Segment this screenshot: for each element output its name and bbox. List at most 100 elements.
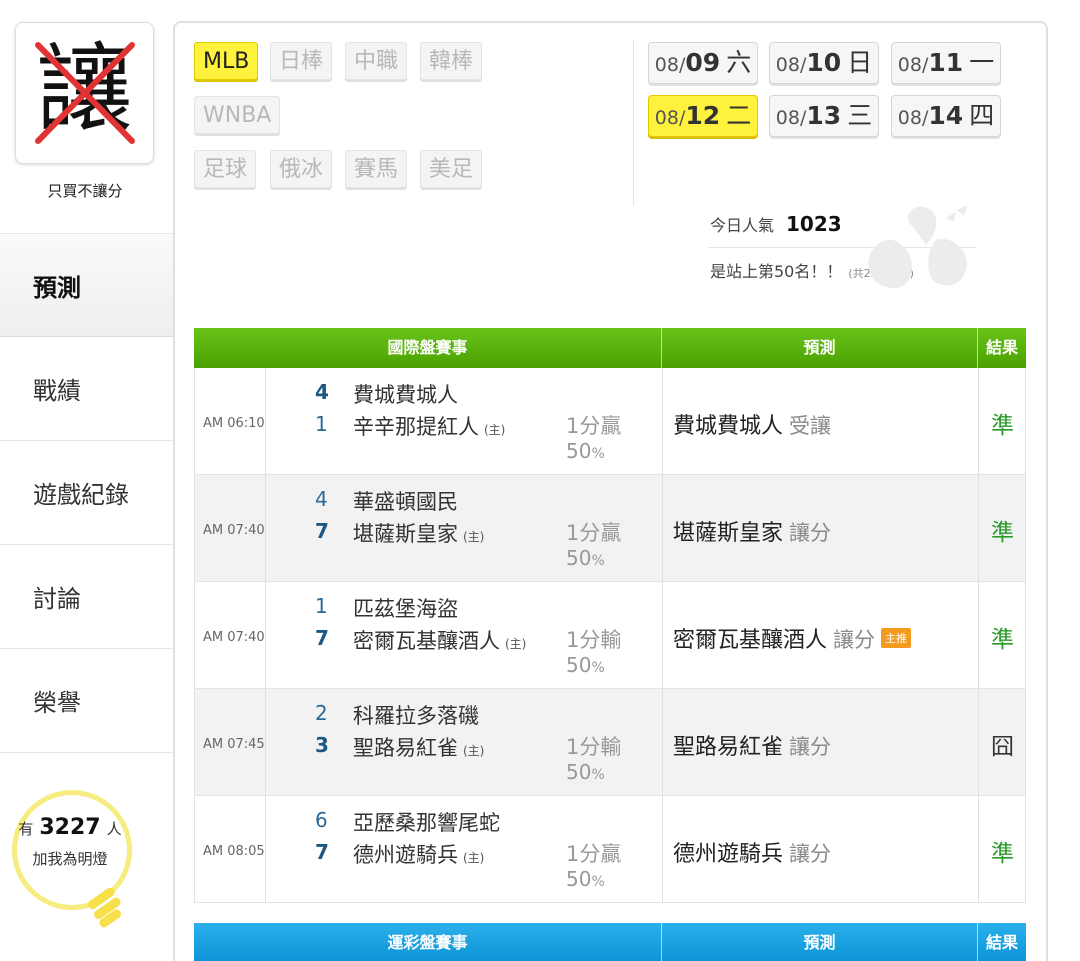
prediction-type: 讓分: [833, 628, 876, 652]
game-time: AM 07:40: [203, 630, 265, 645]
table-header-international: 國際盤賽事 預測 結果: [194, 328, 1026, 368]
column-header-prediction: 預測: [662, 328, 978, 368]
prediction-cell: 聖路易紅雀 讓分: [673, 729, 831, 761]
away-score: 4: [315, 380, 329, 404]
cell-divider: [978, 368, 979, 474]
away-score: 6: [315, 808, 328, 832]
spread-line: 1分輸: [566, 735, 622, 759]
away-score: 4: [315, 487, 328, 511]
table-row[interactable]: AM 07:40 4 華盛頓國民 7 堪薩斯皇家 (主) 1分贏 50% 堪薩斯皇家 讓分準: [194, 475, 1026, 582]
predicted-team[interactable]: 德州遊騎兵: [673, 842, 783, 867]
date-button-0813[interactable]: 08/13 三: [769, 95, 879, 137]
home-marker: (主): [505, 637, 527, 651]
column-header-prediction: 預測: [662, 923, 978, 961]
home-marker: (主): [463, 744, 485, 758]
mascot-watermark-icon: [868, 205, 968, 289]
cell-divider: [662, 796, 663, 902]
predicted-team[interactable]: 聖路易紅雀: [673, 735, 783, 760]
away-team[interactable]: 華盛頓國民: [353, 486, 458, 516]
predicted-team[interactable]: 費城費城人: [673, 414, 783, 439]
home-team-cell: 聖路易紅雀 (主): [353, 732, 484, 762]
home-team[interactable]: 密爾瓦基釀酒人: [353, 629, 500, 653]
spread-info: 1分贏 50%: [566, 842, 621, 895]
date-button-0811[interactable]: 08/11 一: [891, 42, 1001, 84]
spread-percent: 50%: [566, 653, 605, 677]
home-score: 3: [315, 733, 329, 757]
away-team[interactable]: 費城費城人: [353, 379, 458, 409]
away-team[interactable]: 科羅拉多落磯: [353, 700, 479, 730]
result-mark: 準: [991, 627, 1014, 653]
date-button-0812[interactable]: 08/12 二: [648, 95, 758, 137]
league-tag-soccer[interactable]: 足球: [194, 150, 257, 188]
league-tag-npb[interactable]: 日棒: [270, 42, 333, 80]
game-time: AM 06:10: [203, 416, 265, 431]
nav-item-honor[interactable]: 榮譽: [0, 649, 175, 753]
nav-item-game-log[interactable]: 遊戲紀錄: [0, 441, 175, 545]
prediction-type: 受讓: [789, 414, 832, 438]
home-team-cell: 德州遊騎兵 (主): [353, 839, 484, 869]
league-tag-nfl[interactable]: 美足: [420, 150, 483, 188]
league-tag-cpbl[interactable]: 中職: [345, 42, 408, 80]
table-row[interactable]: AM 08:05 6 亞歷桑那響尾蛇 7 德州遊騎兵 (主) 1分贏 50% 德州遊騎兵 讓分準: [194, 796, 1026, 903]
prediction-type: 讓分: [789, 842, 832, 866]
date-button-0814[interactable]: 08/14 四: [891, 95, 1001, 137]
prediction-type: 讓分: [789, 735, 832, 759]
home-team[interactable]: 聖路易紅雀: [353, 736, 458, 760]
column-header-match: 運彩盤賽事: [194, 923, 662, 961]
date-button-0810[interactable]: 08/10 日: [769, 42, 879, 84]
league-tag-horse[interactable]: 賽馬: [345, 150, 408, 188]
cell-divider: [265, 475, 266, 581]
home-team[interactable]: 辛辛那提紅人: [353, 415, 479, 439]
spread-line: 1分贏: [566, 414, 622, 438]
prediction-type: 讓分: [789, 521, 832, 545]
league-tag-mlb[interactable]: MLB: [194, 42, 259, 80]
cell-divider: [265, 582, 266, 688]
spread-info: 1分贏 50%: [566, 521, 621, 574]
popularity-today: 今日人氣 1023: [710, 212, 842, 236]
cell-divider: [265, 368, 266, 474]
league-tag-khl[interactable]: 俄冰: [270, 150, 333, 188]
game-time: AM 07:45: [203, 737, 265, 752]
spread-percent: 50%: [566, 439, 605, 463]
predicted-team[interactable]: 堪薩斯皇家: [673, 521, 783, 546]
league-tag-kbo[interactable]: 韓棒: [420, 42, 483, 80]
away-team[interactable]: 匹茲堡海盜: [353, 593, 458, 623]
game-time: AM 08:05: [203, 844, 265, 859]
away-score: 1: [315, 594, 328, 618]
league-tag-wnba[interactable]: WNBA: [194, 96, 281, 134]
cell-divider: [978, 689, 979, 795]
table-row[interactable]: AM 06:10 4 費城費城人 1 辛辛那提紅人 (主) 1分贏 50% 費城費城人 受讓 準: [194, 368, 1026, 475]
cell-divider: [978, 582, 979, 688]
away-team[interactable]: 亞歷桑那響尾蛇: [353, 807, 500, 837]
cell-divider: [265, 689, 266, 795]
home-team[interactable]: 德州遊騎兵: [353, 843, 458, 867]
spread-info: 1分輸 50%: [566, 628, 621, 681]
nav-item-record[interactable]: 戰績: [0, 337, 175, 441]
home-score: 1: [315, 412, 328, 436]
nav-item-discuss[interactable]: 討論: [0, 545, 175, 649]
header-divider: [633, 40, 634, 206]
home-team-cell: 堪薩斯皇家 (主): [353, 518, 484, 548]
sidebar-nav: 預測 戰績 遊戲紀錄 討論 榮譽: [0, 233, 175, 753]
home-team[interactable]: 堪薩斯皇家: [353, 522, 458, 546]
cell-divider: [978, 796, 979, 902]
nav-item-predict[interactable]: 預測: [0, 233, 175, 337]
user-nickname: 只買不讓分: [47, 182, 123, 200]
spread-line: 1分贏: [566, 521, 622, 545]
spread-percent: 50%: [566, 867, 605, 891]
table-row[interactable]: AM 07:40 1 匹茲堡海盜 7 密爾瓦基釀酒人 (主) 1分輸 50% 密爾瓦基釀酒人 讓分…: [194, 582, 1026, 689]
table-row[interactable]: AM 07:45 2 科羅拉多落磯 3 聖路易紅雀 (主) 1分輸 50% 聖路易紅雀 讓分囧: [194, 689, 1026, 796]
date-button-0809[interactable]: 08/09 六: [648, 42, 758, 84]
spread-info: 1分輸 50%: [566, 735, 621, 788]
fans-count: 有 3227 人: [18, 815, 122, 840]
prediction-cell: 德州遊騎兵 讓分: [673, 836, 831, 868]
home-team-cell: 密爾瓦基釀酒人 (主): [353, 625, 526, 655]
away-score: 2: [315, 701, 328, 725]
column-header-match: 國際盤賽事: [194, 328, 662, 368]
predicted-team[interactable]: 密爾瓦基釀酒人: [673, 628, 827, 653]
follow-link[interactable]: 加我為明燈: [0, 848, 140, 869]
result-mark: 準: [991, 413, 1014, 439]
prediction-cell: 密爾瓦基釀酒人 讓分 主推: [673, 622, 912, 654]
home-score: 7: [315, 840, 329, 864]
avatar[interactable]: 讓: [15, 22, 154, 164]
